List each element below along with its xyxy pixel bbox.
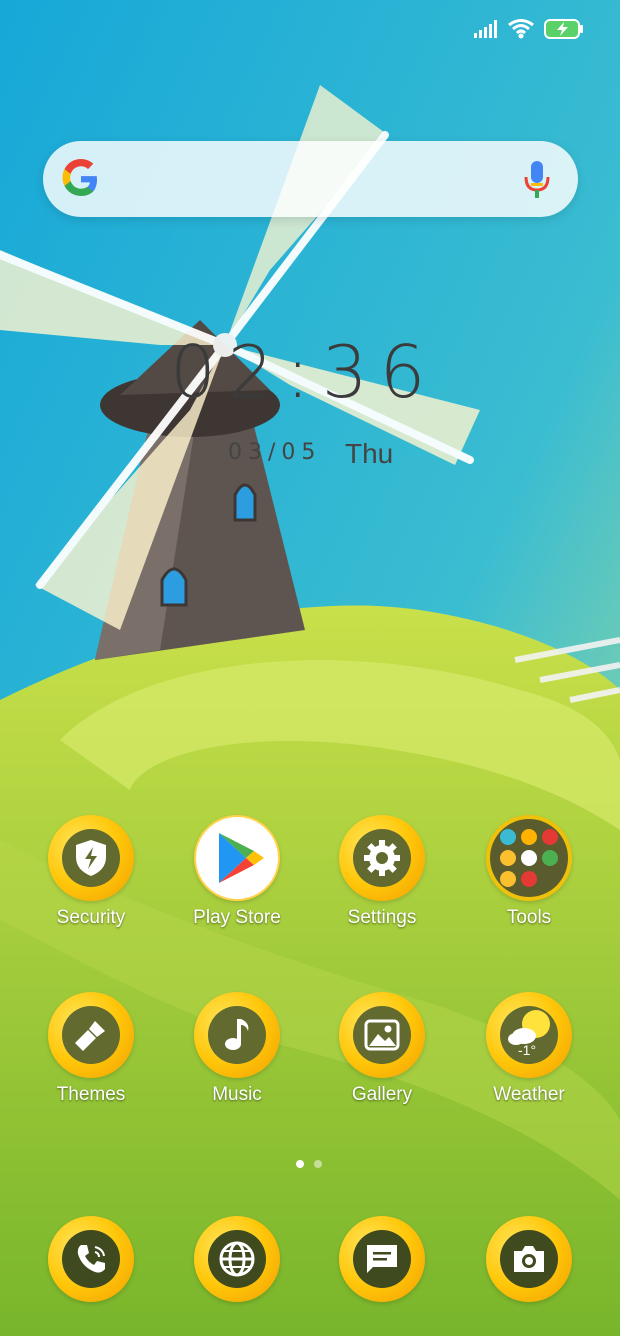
- camera-icon: [514, 1246, 544, 1272]
- app-themes[interactable]: Themes: [31, 992, 151, 1106]
- page-indicator[interactable]: [296, 1160, 322, 1168]
- status-bar: [474, 14, 584, 44]
- google-g-icon: [62, 159, 97, 196]
- app-gallery[interactable]: Gallery: [322, 992, 442, 1106]
- app-label: Play Store: [193, 907, 281, 928]
- app-label: Music: [212, 1084, 262, 1105]
- app-label: Themes: [56, 1084, 126, 1105]
- app-label: Tools: [506, 907, 552, 928]
- signal-icon: [474, 20, 497, 38]
- app-label: Security: [56, 907, 126, 928]
- app-music[interactable]: Music: [177, 992, 297, 1106]
- brush-icon: [75, 1021, 105, 1051]
- app-security[interactable]: Security: [31, 815, 151, 929]
- phone-icon: [77, 1245, 105, 1273]
- folder-icon: [500, 829, 558, 887]
- dock-camera[interactable]: [469, 1216, 589, 1302]
- app-weather[interactable]: -1° Weather: [469, 992, 589, 1106]
- app-label: Settings: [347, 907, 417, 928]
- weather-temp: -1°: [518, 1042, 537, 1058]
- dock-browser[interactable]: [177, 1216, 297, 1302]
- app-tools-folder[interactable]: Tools: [469, 815, 589, 929]
- google-search-bar[interactable]: [43, 141, 578, 217]
- app-label: Gallery: [351, 1084, 413, 1105]
- wifi-icon: [508, 19, 534, 39]
- dock-messages[interactable]: [322, 1216, 442, 1302]
- battery-charging-icon: [544, 19, 583, 39]
- app-label: Weather: [493, 1084, 565, 1105]
- gear-icon: [364, 840, 400, 876]
- app-play-store[interactable]: Play Store: [177, 815, 297, 929]
- page-dot-2[interactable]: [314, 1160, 322, 1168]
- clock-time[interactable]: 02:36: [170, 330, 470, 420]
- play-store-icon: [219, 833, 264, 883]
- browser-globe-icon: [219, 1241, 255, 1277]
- clock-weekday: Thu: [345, 438, 394, 469]
- app-settings[interactable]: Settings: [322, 815, 442, 929]
- page-dot-1[interactable]: [296, 1160, 304, 1168]
- messages-icon: [367, 1245, 397, 1273]
- image-icon: [364, 1019, 400, 1051]
- mic-icon[interactable]: [524, 161, 550, 199]
- shield-icon: [76, 840, 106, 876]
- music-note-icon: [225, 1019, 249, 1050]
- clock-date: 03/05: [228, 440, 322, 465]
- dock-phone[interactable]: [31, 1216, 151, 1302]
